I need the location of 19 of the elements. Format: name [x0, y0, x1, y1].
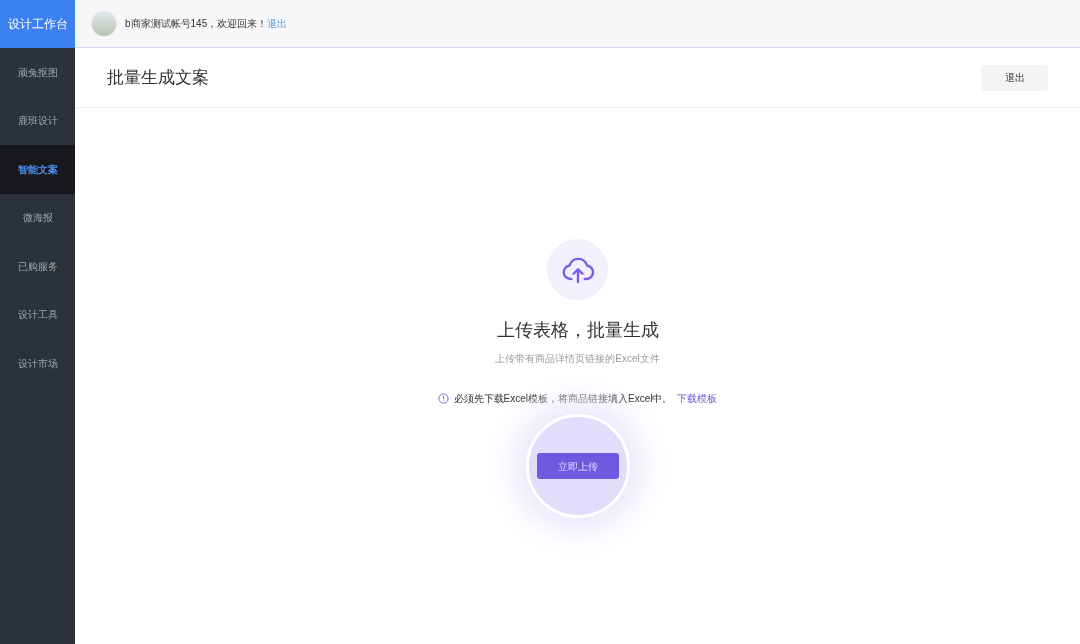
sidebar-item[interactable]: 顽兔抠图 — [0, 48, 75, 97]
sidebar-item[interactable]: 设计工具 — [0, 290, 75, 339]
avatar — [91, 10, 117, 37]
sidebar-item[interactable]: 微海报 — [0, 193, 75, 242]
logout-link[interactable]: 退出 — [267, 16, 288, 31]
notice-text: 必须先下载Excel模板，将商品链接填入Excel中。 — [453, 392, 673, 406]
exit-button[interactable]: 退出 — [981, 64, 1048, 91]
upload-button[interactable]: 立即上传 — [536, 453, 619, 479]
sidebar-item[interactable]: 设计市场 — [0, 339, 75, 388]
page-title: 批量生成文案 — [107, 66, 209, 89]
sidebar-item[interactable]: 智能文案 — [0, 145, 75, 194]
sidebar-item[interactable]: 已购服务 — [0, 242, 75, 291]
upload-heading: 上传表格，批量生成 — [496, 319, 659, 342]
welcome-text: b商家测试帐号145，欢迎回来！ — [125, 17, 268, 31]
brand-title: 设计工作台 — [0, 0, 75, 48]
info-icon — [437, 393, 449, 404]
upload-subtitle: 上传带有商品详情页链接的Excel文件 — [495, 352, 660, 366]
download-template-link[interactable]: 下载模板 — [677, 391, 718, 406]
sidebar-item[interactable]: 鹿班设计 — [0, 96, 75, 145]
